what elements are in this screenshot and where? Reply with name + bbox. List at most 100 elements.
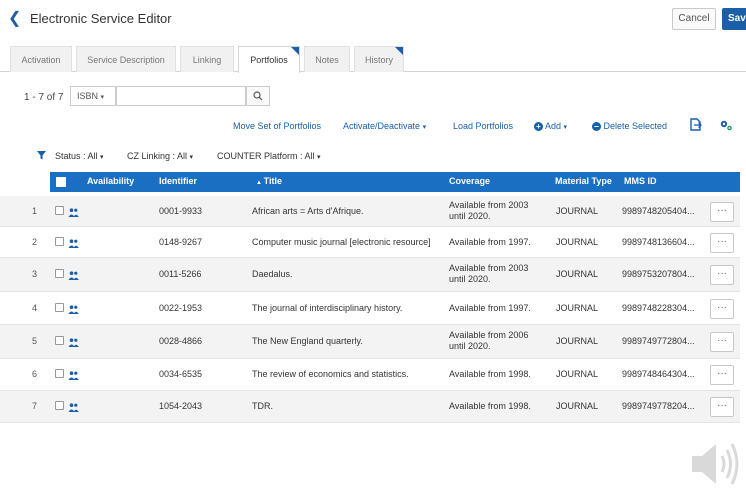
mms-id-cell: 9989748464304...: [622, 369, 695, 379]
cz-linking-filter[interactable]: CZ Linking : All ▾: [127, 151, 193, 161]
delete-selected-button[interactable]: – Delete Selected: [592, 121, 667, 131]
activate-deactivate-label: Activate/Deactivate: [343, 121, 421, 131]
counter-platform-filter[interactable]: COUNTER Platform : All ▾: [217, 151, 321, 161]
title-cell[interactable]: Daedalus.: [252, 269, 293, 279]
availability-group-icon[interactable]: [68, 403, 79, 412]
title-cell[interactable]: The review of economics and statistics.: [252, 369, 409, 379]
row-number: 1: [32, 205, 38, 216]
search-field-select[interactable]: ISBN ▾: [70, 86, 116, 106]
title-cell[interactable]: The journal of interdisciplinary history…: [252, 303, 402, 313]
plus-circle-icon: +: [534, 122, 543, 131]
minus-circle-icon: –: [592, 121, 601, 131]
row-actions-button[interactable]: ···: [710, 201, 734, 222]
material-type-cell: JOURNAL: [556, 269, 599, 279]
material-type-cell: JOURNAL: [556, 236, 599, 247]
table-row[interactable]: 7 1054-2043 TDR. Available from 1998. JOURNA…: [0, 391, 740, 423]
availability-group-icon[interactable]: [68, 304, 79, 314]
search-field-value: ISBN: [77, 91, 99, 101]
availability-group-icon[interactable]: [68, 238, 79, 248]
coverage-cell: Available from 2006 until 2020.: [449, 330, 529, 351]
availability-group-icon[interactable]: [68, 371, 79, 380]
table-row[interactable]: 6 0034-6535 The review of economics and st…: [0, 359, 740, 391]
mms-id-cell: 9989748205404...: [622, 205, 695, 216]
column-header-title[interactable]: ▲ Title: [256, 176, 282, 186]
material-type-cell: JOURNAL: [556, 336, 599, 346]
row-actions-button[interactable]: ···: [710, 365, 734, 385]
row-checkbox[interactable]: [55, 369, 64, 378]
identifier-cell: 0022-1953: [159, 302, 203, 313]
row-actions-button[interactable]: ···: [710, 298, 734, 319]
tab-linking[interactable]: Linking: [180, 46, 234, 72]
material-type-cell: JOURNAL: [556, 205, 599, 216]
availability-group-icon[interactable]: [68, 271, 79, 280]
mms-id-cell: 9989753207804...: [622, 269, 695, 279]
activate-deactivate-menu[interactable]: Activate/Deactivate ▾: [343, 121, 426, 131]
search-input[interactable]: [116, 86, 246, 106]
column-header-mms-id[interactable]: MMS ID: [624, 176, 657, 186]
tab-notes[interactable]: Notes: [304, 46, 350, 72]
tab-service-description[interactable]: Service Description: [76, 46, 176, 72]
column-header-identifier[interactable]: Identifier: [159, 176, 197, 186]
mms-id-cell: 9989748228304...: [622, 302, 695, 313]
row-actions-button[interactable]: ···: [710, 265, 734, 285]
filter-icon[interactable]: [37, 151, 46, 160]
cancel-button[interactable]: Cancel: [672, 8, 716, 30]
delete-selected-label: Delete Selected: [603, 121, 668, 131]
row-checkbox[interactable]: [55, 236, 64, 246]
tab-activation[interactable]: Activation: [10, 46, 72, 72]
row-actions-button[interactable]: ···: [710, 332, 734, 352]
mms-id-cell: 9989749772804...: [622, 336, 695, 346]
row-checkbox[interactable]: [55, 302, 64, 312]
title-cell[interactable]: The New England quarterly.: [252, 336, 363, 346]
mms-id-cell: 9989748136604...: [622, 236, 695, 247]
row-actions-button[interactable]: ···: [710, 397, 734, 417]
title-cell[interactable]: African arts = Arts d'Afrique.: [252, 206, 364, 216]
row-actions-button[interactable]: ···: [710, 232, 734, 253]
cz-linking-filter-label: CZ Linking : All: [127, 151, 188, 161]
material-type-cell: JOURNAL: [556, 369, 599, 379]
chevron-down-icon: ▾: [317, 154, 321, 161]
move-set-of-portfolios-button[interactable]: Move Set of Portfolios: [233, 121, 321, 131]
row-checkbox[interactable]: [55, 205, 64, 215]
tab-portfolios-label: Portfolios: [250, 55, 288, 65]
search-button[interactable]: [246, 86, 270, 106]
column-header-title-label: Title: [263, 176, 282, 186]
tab-history[interactable]: History: [354, 46, 404, 72]
identifier-cell: 0034-6535: [159, 369, 203, 379]
row-number: 6: [32, 369, 38, 379]
load-portfolios-button[interactable]: Load Portfolios: [453, 121, 513, 131]
availability-group-icon[interactable]: [68, 338, 79, 347]
changed-flag-icon: [395, 47, 403, 55]
tab-portfolios[interactable]: Portfolios: [238, 46, 300, 73]
status-filter-label: Status : All: [55, 151, 98, 161]
back-icon[interactable]: ❮: [8, 10, 22, 28]
coverage-cell: Available from 1998.: [449, 401, 531, 411]
chevron-down-icon: ▾: [563, 124, 568, 131]
title-cell[interactable]: Computer music journal [electronic resou…: [252, 237, 431, 247]
row-number: 2: [32, 236, 38, 247]
export-icon[interactable]: [689, 118, 702, 131]
table-row[interactable]: 5 0028-4866 The New England quarterly. Avai…: [0, 325, 740, 359]
column-header-material-type[interactable]: Material Type: [555, 176, 612, 186]
table-row[interactable]: 3 0011-5266 Daedalus. Available from 2003 u…: [0, 258, 740, 292]
save-button[interactable]: Save: [722, 8, 746, 30]
row-number: 3: [32, 269, 38, 279]
row-checkbox[interactable]: [55, 269, 64, 278]
status-filter[interactable]: Status : All ▾: [55, 151, 104, 161]
row-checkbox[interactable]: [55, 401, 64, 410]
tab-history-label: History: [364, 55, 393, 65]
title-cell[interactable]: TDR.: [252, 401, 273, 411]
table-row[interactable]: 4 0022-1953 The journal of interdisciplina…: [0, 292, 740, 325]
chevron-down-icon: ▾: [100, 154, 104, 161]
table-row[interactable]: 1 0001-9933 African arts = Arts d'Afrique.…: [0, 196, 740, 227]
chevron-down-icon: ▾: [100, 94, 105, 101]
availability-group-icon[interactable]: [68, 207, 79, 217]
add-label: Add: [545, 121, 562, 131]
row-checkbox[interactable]: [55, 336, 64, 345]
table-row[interactable]: 2 0148-9267 Computer music journal [electr…: [0, 227, 740, 258]
column-header-availability[interactable]: Availability: [87, 176, 134, 186]
settings-gears-icon[interactable]: [719, 118, 733, 132]
select-all-checkbox[interactable]: [56, 177, 66, 187]
add-menu[interactable]: + Add ▾: [534, 121, 567, 131]
column-header-coverage[interactable]: Coverage: [449, 176, 490, 186]
